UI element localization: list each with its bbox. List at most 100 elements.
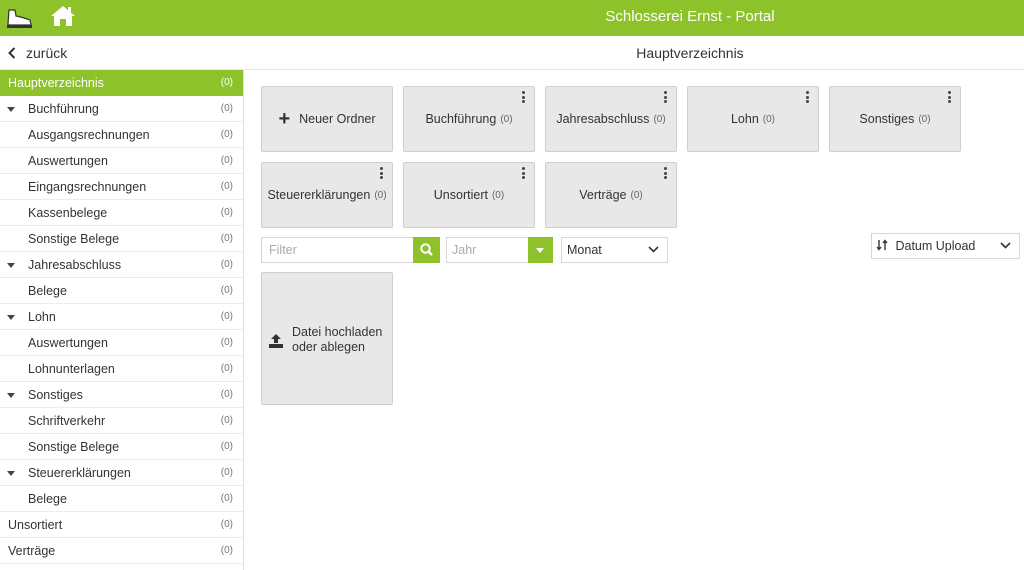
chevron-down-icon	[1000, 242, 1011, 249]
folder-tile[interactable]: Buchführung (0)	[403, 86, 535, 152]
sidebar-item-count: (0)	[220, 129, 233, 140]
sort-select[interactable]: Datum Upload	[871, 233, 1020, 259]
kebab-menu-icon[interactable]	[806, 91, 810, 105]
folder-tile[interactable]: Verträge (0)	[545, 162, 677, 228]
year-input[interactable]	[446, 237, 528, 263]
folder-tile[interactable]: Sonstiges (0)	[829, 86, 961, 152]
sidebar-item-label: Schriftverkehr	[28, 414, 106, 428]
sidebar-item[interactable]: Eingangsrechnungen (0)	[0, 174, 243, 200]
sidebar-item[interactable]: Verträge (0)	[0, 538, 243, 564]
sidebar-item[interactable]: Auswertungen (0)	[0, 330, 243, 356]
caret-down-icon[interactable]	[7, 107, 15, 112]
sidebar-item[interactable]: Sonstiges (0)	[0, 382, 243, 408]
folder-tile-count: (0)	[762, 113, 776, 125]
sidebar-item[interactable]: Sonstige Belege (0)	[0, 434, 243, 460]
page-title: Hauptverzeichnis	[636, 45, 744, 61]
folder-tile-label: Buchführung	[425, 112, 497, 126]
sidebar-item[interactable]: Kassenbelege (0)	[0, 200, 243, 226]
sidebar-item-count: (0)	[220, 363, 233, 374]
folder-tile[interactable]: Steuererklärungen (0)	[261, 162, 393, 228]
sidebar-item[interactable]: Buchführung (0)	[0, 96, 243, 122]
filter-input[interactable]	[261, 237, 413, 263]
app-title: Schlosserei Ernst - Portal	[605, 8, 775, 25]
sidebar-item[interactable]: Hauptverzeichnis (0)	[0, 70, 243, 96]
month-select-value: Monat	[567, 243, 602, 257]
new-folder-label: Neuer Ordner	[299, 112, 376, 126]
folder-tile-label: Verträge	[579, 188, 627, 202]
sidebar-item-count: (0)	[220, 233, 233, 244]
folder-tile-label: Lohn	[730, 112, 759, 126]
kebab-menu-icon[interactable]	[522, 91, 526, 105]
folder-tile-label: Unsortiert	[433, 188, 488, 202]
sidebar-item-label: Kassenbelege	[28, 206, 108, 220]
chevron-down-icon	[648, 246, 659, 253]
sidebar-item-count: (0)	[220, 103, 233, 114]
sidebar-item-count: (0)	[220, 207, 233, 218]
caret-down-icon[interactable]	[7, 471, 15, 476]
sidebar-item-count: (0)	[220, 545, 233, 556]
filter-search-button[interactable]	[413, 237, 440, 263]
sidebar-item[interactable]: Lohnunterlagen (0)	[0, 356, 243, 382]
sidebar-item-label: Buchführung	[28, 102, 99, 116]
sidebar-item-label: Auswertungen	[28, 154, 108, 168]
folder-tile-count: (0)	[491, 189, 505, 201]
upload-icon	[269, 334, 283, 348]
folder-tile-label: Steuererklärungen	[267, 188, 371, 202]
new-folder-button[interactable]: + Neuer Ordner	[261, 86, 393, 152]
folder-tree-sidebar: Hauptverzeichnis (0) Buchführung (0) Ausgang…	[0, 70, 244, 570]
caret-down-icon[interactable]	[7, 263, 15, 268]
sidebar-item-label: Ausgangsrechnungen	[28, 128, 150, 142]
chevron-left-icon	[8, 47, 16, 59]
upload-dropzone[interactable]: Datei hochladen oder ablegen	[261, 272, 393, 405]
sidebar-item-count: (0)	[220, 467, 233, 478]
kebab-menu-icon[interactable]	[664, 167, 668, 181]
folder-tile-count: (0)	[918, 113, 931, 125]
sidebar-item[interactable]: Unsortiert (0)	[0, 512, 243, 538]
sort-select-value: Datum Upload	[895, 239, 976, 253]
month-select[interactable]: Monat	[561, 237, 668, 263]
sidebar-item[interactable]: Ausgangsrechnungen (0)	[0, 122, 243, 148]
year-dropdown-button[interactable]	[528, 237, 553, 263]
sidebar-item[interactable]: Belege (0)	[0, 278, 243, 304]
home-icon[interactable]	[50, 4, 76, 28]
sidebar-item[interactable]: Steuererklärungen (0)	[0, 460, 243, 486]
sidebar-item[interactable]: Jahresabschluss (0)	[0, 252, 243, 278]
sidebar-item-label: Verträge	[8, 544, 56, 558]
sidebar-item-count: (0)	[220, 259, 233, 270]
kebab-menu-icon[interactable]	[664, 91, 668, 105]
sidebar-item-label: Eingangsrechnungen	[28, 180, 147, 194]
sidebar-item-count: (0)	[220, 337, 233, 348]
sidebar-item-label: Lohn	[28, 310, 56, 324]
sidebar-item-count: (0)	[220, 77, 233, 88]
sidebar-item-count: (0)	[220, 493, 233, 504]
folder-tile-count: (0)	[630, 189, 643, 201]
boot-logo-icon	[4, 4, 34, 30]
folder-tile-label: Jahresabschluss	[556, 112, 650, 126]
sidebar-item-label: Hauptverzeichnis	[8, 76, 104, 90]
folder-tile[interactable]: Unsortiert (0)	[403, 162, 535, 228]
folder-tile-count: (0)	[374, 189, 387, 201]
back-button[interactable]: zurück	[8, 36, 67, 70]
sidebar-item[interactable]: Auswertungen (0)	[0, 148, 243, 174]
sidebar-item-label: Auswertungen	[28, 336, 108, 350]
plus-icon: +	[278, 108, 291, 130]
sidebar-item[interactable]: Sonstige Belege (0)	[0, 226, 243, 252]
sidebar-item[interactable]: Lohn (0)	[0, 304, 243, 330]
sidebar-item-label: Lohnunterlagen	[28, 362, 115, 376]
sidebar-item-count: (0)	[220, 415, 233, 426]
sidebar-item-count: (0)	[220, 441, 233, 452]
folder-tile[interactable]: Lohn (0)	[687, 86, 819, 152]
caret-down-icon[interactable]	[7, 315, 15, 320]
sidebar-item-label: Belege	[28, 284, 67, 298]
upload-line-1: Datei hochladen	[292, 325, 383, 339]
kebab-menu-icon[interactable]	[948, 91, 952, 105]
kebab-menu-icon[interactable]	[522, 167, 526, 181]
sidebar-item-label: Steuererklärungen	[28, 466, 131, 480]
kebab-menu-icon[interactable]	[380, 167, 384, 181]
sidebar-item[interactable]: Schriftverkehr (0)	[0, 408, 243, 434]
back-label: zurück	[26, 45, 68, 61]
folder-tile-count: (0)	[500, 113, 513, 125]
folder-tile[interactable]: Jahresabschluss (0)	[545, 86, 677, 152]
caret-down-icon[interactable]	[7, 393, 15, 398]
sidebar-item[interactable]: Belege (0)	[0, 486, 243, 512]
